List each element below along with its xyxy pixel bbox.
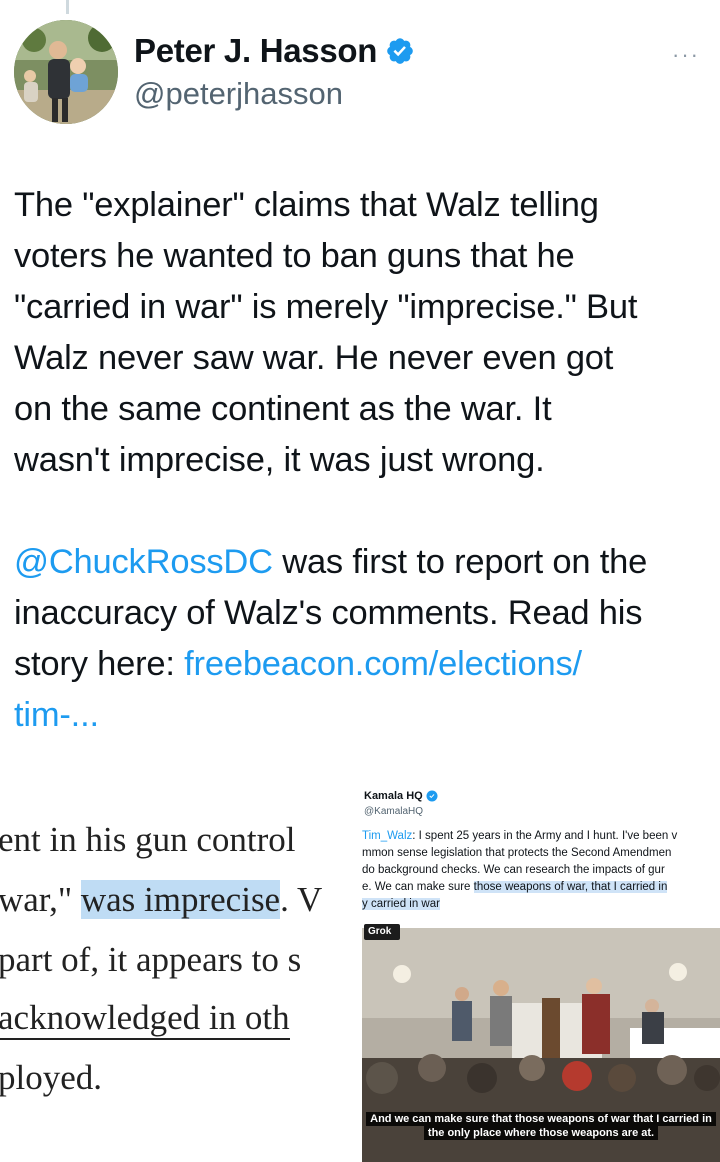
- thread-connector-line: [66, 0, 69, 14]
- verified-badge-icon: [426, 790, 438, 802]
- video-frame[interactable]: And we can make sure that those weapons …: [362, 928, 720, 1162]
- excerpt-line: acknowledged in oth: [0, 998, 290, 1040]
- verified-badge-icon: [385, 36, 415, 66]
- tweet-text: The "explainer" claims that Walz telling…: [14, 180, 714, 741]
- media-image-quoted-post[interactable]: Kamala HQ @KamalaHQ Tim_Walz: I spent 25…: [362, 782, 720, 1162]
- video-caption: And we can make sure that those weapons …: [362, 1112, 720, 1140]
- quoted-highlight: those weapons of war, that I carried in: [473, 881, 668, 893]
- excerpt-line: ployed.: [0, 1058, 103, 1097]
- text-line: story here: freebeacon.com/elections/: [14, 639, 714, 690]
- quoted-post-text: Tim_Walz: I spent 25 years in the Army a…: [362, 830, 678, 910]
- quoted-account-handle: @KamalaHQ: [364, 806, 424, 817]
- author-handle[interactable]: @peterjhasson: [134, 76, 415, 112]
- text-line: wasn't imprecise, it was just wrong.: [14, 441, 545, 479]
- author-display-name[interactable]: Peter J. Hasson: [134, 32, 377, 70]
- text-line: tim-...: [14, 690, 714, 741]
- article-link[interactable]: freebeacon.com/elections/: [184, 645, 582, 683]
- quoted-account-name: Kamala HQ: [364, 790, 438, 802]
- quoted-mention: Tim_Walz: [362, 830, 413, 842]
- excerpt-line: ent in his gun control: [0, 820, 296, 859]
- text-line: voters he wanted to ban guns that he: [14, 237, 575, 275]
- text-line: on the same continent as the war. It: [14, 390, 552, 428]
- text-line: Walz never saw war. He never even got: [14, 339, 614, 377]
- text-fragment: was first to report on the: [272, 543, 648, 581]
- excerpt-line: war," was imprecise. V: [0, 880, 323, 919]
- text-line: The "explainer" claims that Walz telling: [14, 186, 599, 224]
- article-link-continued[interactable]: tim-...: [14, 696, 99, 734]
- quoted-highlight: y carried in war: [362, 898, 440, 910]
- text-line: inaccuracy of Walz's comments. Read his: [14, 594, 643, 632]
- excerpt-line: part of, it appears to s: [0, 940, 302, 979]
- media-image-article-excerpt[interactable]: ent in his gun control war," was impreci…: [0, 782, 362, 1162]
- more-icon[interactable]: ···: [672, 42, 700, 68]
- text-fragment: story here:: [14, 645, 185, 683]
- text-line: @ChuckRossDC was first to report on the: [14, 537, 714, 588]
- grok-label: Grok: [364, 924, 400, 940]
- tweet-header: Peter J. Hasson @peterjhasson ···: [14, 20, 706, 130]
- mention-link[interactable]: @ChuckRossDC: [14, 543, 273, 581]
- excerpt-highlight: was imprecise: [80, 880, 281, 919]
- tweet-media[interactable]: ent in his gun control war," was impreci…: [0, 782, 720, 1162]
- avatar[interactable]: [14, 20, 118, 124]
- text-line: "carried in war" is merely "imprecise." …: [14, 288, 638, 326]
